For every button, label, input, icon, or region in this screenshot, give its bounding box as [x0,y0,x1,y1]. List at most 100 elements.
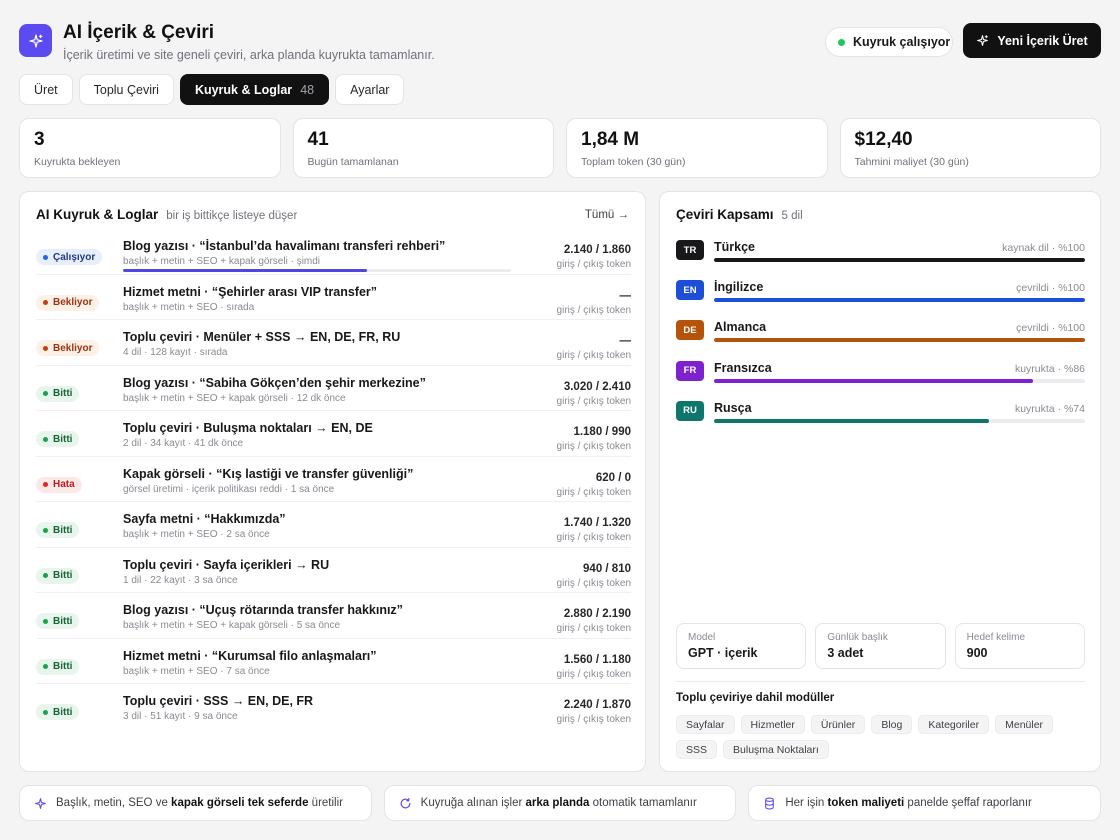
language-row-ru[interactable]: RU Rusça kuyrukta · %74 [676,399,1085,439]
status-badge-label: Bitti [53,570,73,581]
queue-row[interactable]: Bitti Toplu çeviri · SSS → EN, DE, FR 3 … [36,684,631,730]
stats-row: 3 Kuyrukta bekleyen 41 Bugün tamamlanan 1,… [19,118,1101,178]
status-dot-icon [43,527,48,533]
tab-bulk-translate[interactable]: Toplu Çeviri [78,74,174,105]
queue-list: Çalışıyor Blog yazısı · “İstanbul’da hav… [36,229,631,730]
app-logo [19,24,52,57]
queue-row[interactable]: Bekliyor Hizmet metni · “Şehirler arası … [36,275,632,320]
token-count: — [619,335,632,347]
job-title: Toplu çeviri · Menüler + SSS → EN, DE, F… [123,330,401,344]
queue-row[interactable]: Bitti Hizmet metni · “Kurumsal filo anla… [36,639,631,684]
status-dot-icon [43,482,48,487]
language-name: Rusça [714,400,752,415]
language-code-badge: DE [676,320,704,341]
module-chip[interactable]: Buluşma Noktaları [723,740,829,759]
stat-value: 1,84 M [581,129,640,150]
job-meta: başlık + metin + SEO + kapak görseli · 5… [123,620,341,631]
module-chip[interactable]: Sayfalar [676,715,735,734]
feature-text: Her işin token maliyeti panelde şeffaf r… [785,797,1032,809]
setting-target-words[interactable]: Hedef kelime 900 [954,623,1085,669]
token-count: 2.880 / 2.190 [563,608,631,620]
status-dot-icon [838,38,845,46]
queue-row[interactable]: Bekliyor Toplu çeviri · Menüler + SSS → … [36,320,631,366]
language-status: kaynak dil · %100 [1002,242,1085,254]
module-chip[interactable]: Menüler [995,715,1054,734]
language-code-badge: FR [676,360,704,381]
status-dot-icon [43,345,48,351]
language-list: TR Türkçe kaynak dil · %100 EN İngilizce… [676,238,1085,439]
language-row-de[interactable]: DE Almanca çevrildi · %100 [676,318,1085,358]
queue-row[interactable]: Bitti Toplu çeviri · Buluşma noktaları →… [36,411,631,457]
status-badge-label: Bitti [53,615,73,627]
token-count: 2.240 / 1.870 [563,699,631,711]
status-badge: Bitti [36,431,80,447]
tab-settings[interactable]: Ayarlar [335,74,405,105]
queue-row[interactable]: Bitti Blog yazısı · “Uçuş rötarında tran… [36,593,631,639]
stat-label: Tahmini maliyet (30 gün) [854,156,969,168]
module-chip[interactable]: SSS [676,740,718,759]
token-count: — [619,289,632,302]
queue-row[interactable]: Bitti Blog yazısı · “Sabiha Gökçen’den ş… [36,366,631,411]
queue-log-card: AI Kuyruk & Loglar bir iş bittikçe listey… [19,191,646,772]
queue-status-pill[interactable]: Kuyruk çalışıyor [825,27,953,57]
stat-label: Kuyrukta bekleyen [34,156,121,168]
stat-label: Bugün tamamlanan [307,156,399,168]
language-row-tr[interactable]: TR Türkçe kaynak dil · %100 [676,238,1085,278]
status-badge-label: Bitti [53,388,73,399]
stat-value: 3 [34,129,45,150]
language-progress-fill [714,258,1085,262]
stat-card-queued: 3 Kuyrukta bekleyen [19,118,281,178]
job-meta: başlık + metin + SEO · 2 sa önce [123,529,270,540]
status-badge-label: Çalışıyor [53,251,96,263]
module-chip[interactable]: Kategoriler [918,715,990,734]
queue-row[interactable]: Hata Kapak görseli · “Kış lastiği ve tra… [36,457,631,502]
setting-model[interactable]: Model GPT · içerik [676,623,807,669]
language-row-en[interactable]: EN İngilizce çevrildi · %100 [676,278,1085,318]
tab-queue-logs[interactable]: Kuyruk & Loglar 48 [179,74,330,105]
token-count: 1.180 / 990 [573,426,631,438]
job-title: Toplu çeviri · Buluşma noktaları → EN, D… [123,421,373,435]
job-title: Hizmet metni · “Şehirler arası VIP trans… [123,284,378,299]
view-all-link[interactable]: Tümü → [585,209,629,221]
module-chip[interactable]: Blog [871,715,913,734]
feature-card-generate: Başlık, metin, SEO ve kapak görseli tek … [19,785,372,821]
job-title: Blog yazısı · “Sabiha Gökçen’den şehir m… [123,375,426,390]
queue-row[interactable]: Bitti Sayfa metni · “Hakkımızda” başlık … [36,502,631,548]
job-meta: başlık + metin + SEO + kapak görseli · ş… [123,256,321,267]
translation-coverage-card: Çeviri Kapsamı 5 dil TR Türkçe kaynak dil… [659,191,1101,772]
coverage-title-text: Çeviri Kapsamı [676,207,774,222]
status-badge: Bitti [36,704,80,720]
tab-generate[interactable]: Üret [19,74,73,105]
page-title: AI İçerik & Çeviri [63,22,215,43]
module-chip[interactable]: Ürünler [810,715,866,734]
job-progress-fill [123,269,368,272]
tab-bar: Üret Toplu Çeviri Kuyruk & Loglar 48 Ayar… [19,74,405,105]
language-progress-fill [714,298,1085,303]
token-count-label: giriş / çıkış token [556,304,631,316]
status-badge: Bitti [36,567,80,584]
language-status: çevrildi · %100 [1016,282,1085,295]
setting-daily-titles[interactable]: Günlük başlık 3 adet [815,623,946,669]
job-title: Sayfa metni · “Hakkımızda” [123,512,286,526]
status-dot-icon [43,573,48,578]
token-count-label: giriş / çıkış token [556,668,631,680]
stat-value: $12,40 [854,129,913,150]
job-title: Blog yazısı · “İstanbul’da havalimanı tr… [123,239,446,253]
module-chip[interactable]: Hizmetler [740,715,805,734]
token-count: 1.740 / 1.320 [563,517,631,529]
language-row-fr[interactable]: FR Fransızca kuyrukta · %86 [676,359,1085,399]
token-count: 940 / 810 [583,562,631,575]
settings-summary: Model GPT · içerik Günlük başlık 3 adet He… [676,623,1085,669]
refresh-icon [400,797,411,808]
coverage-card-subtitle: 5 dil [781,210,803,222]
job-meta: görsel üretimi · içerik politikası reddi… [123,483,335,495]
job-title: Hizmet metni · “Kurumsal filo anlaşmalar… [123,648,377,663]
queue-row[interactable]: Bitti Toplu çeviri · Sayfa içerikleri → … [36,548,631,593]
feature-card-cost: Her işin token maliyeti panelde şeffaf r… [748,785,1102,821]
status-badge: Çalışıyor [36,249,103,265]
job-meta: başlık + metin + SEO · 7 sa önce [123,665,270,677]
new-content-button[interactable]: Yeni İçerik Üret [963,23,1101,58]
feature-card-background: Kuyruğa alınan işler arka planda otomati… [383,785,737,821]
queue-row[interactable]: Çalışıyor Blog yazısı · “İstanbul’da hav… [36,229,631,275]
job-meta: 1 dil · 22 kayıt · 3 sa önce [123,574,238,586]
